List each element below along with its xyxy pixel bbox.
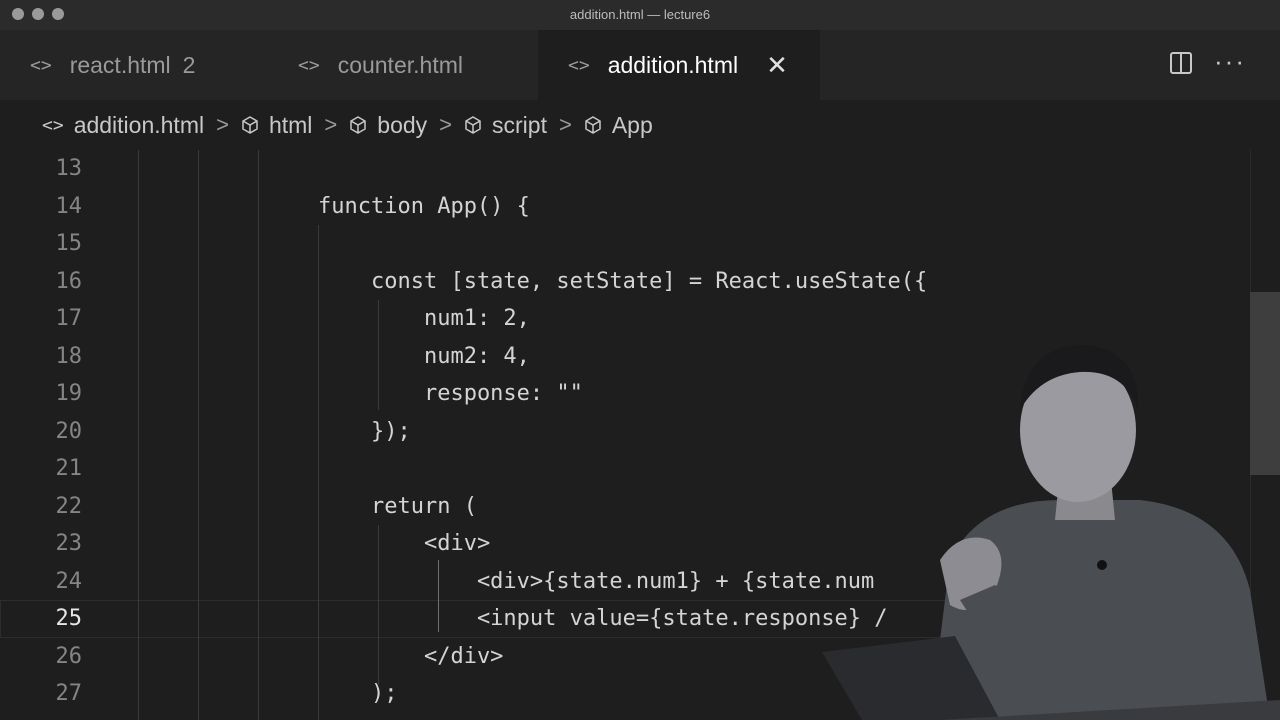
code-text: <div>{state.num1} + {state.num: [318, 568, 875, 594]
code-text: num1: 2,: [318, 306, 530, 332]
problem-count-badge: 2: [182, 51, 196, 78]
code-line[interactable]: 25 <input value={state.response} /: [0, 600, 1250, 638]
code-line[interactable]: 16 const [state, setState] = React.useSt…: [0, 263, 1250, 301]
chevron-right-icon: >: [324, 112, 338, 137]
tab-label: counter.html: [337, 51, 463, 78]
code-text: </div>: [318, 643, 504, 669]
tab-label: react.html: [69, 51, 171, 78]
code-line[interactable]: 20 });: [0, 413, 1250, 451]
code-brackets-icon: <>: [298, 54, 320, 76]
indent-guide-active: [438, 560, 439, 632]
cube-symbol-icon: [465, 116, 481, 134]
tab-addition-html[interactable]: <> addition.html ✕: [538, 30, 820, 100]
breadcrumb-label: body: [377, 111, 428, 138]
code-line[interactable]: 23 <div>: [0, 525, 1250, 563]
line-number: 26: [55, 643, 83, 669]
split-editor-icon[interactable]: [1170, 52, 1192, 74]
code-brackets-icon: <>: [30, 54, 52, 76]
line-number: 25: [55, 606, 83, 632]
indent-guide: [258, 150, 259, 720]
code-text: );: [318, 681, 398, 707]
tab-label: addition.html: [607, 51, 739, 78]
cube-symbol-icon: [585, 116, 601, 134]
breadcrumb-item-body[interactable]: body: [349, 112, 427, 139]
line-number: 27: [55, 681, 83, 707]
line-number: 21: [55, 456, 83, 482]
breadcrumb-item-file[interactable]: <> addition.html: [42, 112, 204, 139]
line-number: 19: [55, 381, 83, 407]
code-text: response: "": [318, 381, 583, 407]
code-brackets-icon: <>: [42, 114, 64, 136]
code-line[interactable]: 17 num1: 2,: [0, 300, 1250, 338]
tab-counter-html[interactable]: <> counter.html: [298, 30, 538, 100]
cube-symbol-icon: [242, 116, 258, 134]
indent-guide: [138, 150, 139, 720]
line-number: 14: [55, 193, 83, 219]
scrollbar-thumb[interactable]: [1250, 292, 1280, 475]
breadcrumb-label: addition.html: [73, 111, 205, 138]
line-number: 15: [55, 231, 83, 257]
title-bar: addition.html — lecture6: [0, 0, 1280, 31]
code-line[interactable]: 13: [0, 150, 1250, 188]
code-text: return (: [318, 493, 477, 519]
code-editor[interactable]: 13 14 function App() { 15 16 const [state, s…: [0, 150, 1280, 720]
line-number: 16: [55, 268, 83, 294]
line-number: 24: [55, 568, 83, 594]
code-line[interactable]: 27 );: [0, 675, 1250, 713]
breadcrumb-label: html: [268, 111, 313, 138]
breadcrumb-item-script[interactable]: script: [464, 112, 547, 139]
indent-guide: [378, 300, 379, 410]
code-line[interactable]: 14 function App() {: [0, 188, 1250, 226]
breadcrumb-item-app[interactable]: App: [584, 112, 653, 139]
indent-guide: [198, 150, 199, 720]
code-line[interactable]: 19 response: "": [0, 375, 1250, 413]
indent-guide: [378, 525, 379, 685]
code-line[interactable]: 21: [0, 450, 1250, 488]
line-number: 13: [55, 156, 83, 182]
line-number: 20: [55, 418, 83, 444]
code-text: });: [318, 418, 411, 444]
code-text: const [state, setState] = React.useState…: [318, 268, 928, 294]
chevron-right-icon: >: [439, 112, 453, 137]
close-tab-icon[interactable]: ✕: [766, 50, 788, 81]
code-line[interactable]: 26 </div>: [0, 638, 1250, 676]
tab-react-html[interactable]: <> react.html 2: [30, 30, 270, 100]
breadcrumb: <> addition.html > html > body > script …: [0, 100, 1280, 150]
line-number: 22: [55, 493, 83, 519]
code-line[interactable]: 15: [0, 225, 1250, 263]
code-text: <input value={state.response} /: [318, 606, 888, 632]
indent-guide: [318, 225, 319, 720]
cube-symbol-icon: [350, 116, 367, 134]
code-text: num2: 4,: [318, 343, 530, 369]
breadcrumb-label: script: [492, 111, 547, 138]
more-actions-icon[interactable]: ···: [1214, 46, 1246, 77]
code-text: function App() {: [318, 193, 530, 219]
code-line[interactable]: 24 <div>{state.num1} + {state.num: [0, 563, 1250, 601]
code-line[interactable]: 18 num2: 4,: [0, 338, 1250, 376]
tab-bar: <> react.html 2 <> counter.html <> addit…: [0, 30, 1280, 100]
window-title: addition.html — lecture6: [569, 7, 711, 22]
breadcrumb-label: App: [611, 111, 653, 138]
chevron-right-icon: >: [216, 112, 229, 137]
code-text: <div>: [318, 531, 491, 557]
breadcrumb-item-html[interactable]: html: [241, 112, 312, 139]
line-number: 23: [55, 531, 83, 557]
code-brackets-icon: <>: [568, 54, 590, 76]
line-number: 18: [55, 343, 83, 369]
code-line[interactable]: 22 return (: [0, 488, 1250, 526]
chevron-right-icon: >: [558, 112, 572, 137]
line-number: 17: [55, 306, 83, 332]
